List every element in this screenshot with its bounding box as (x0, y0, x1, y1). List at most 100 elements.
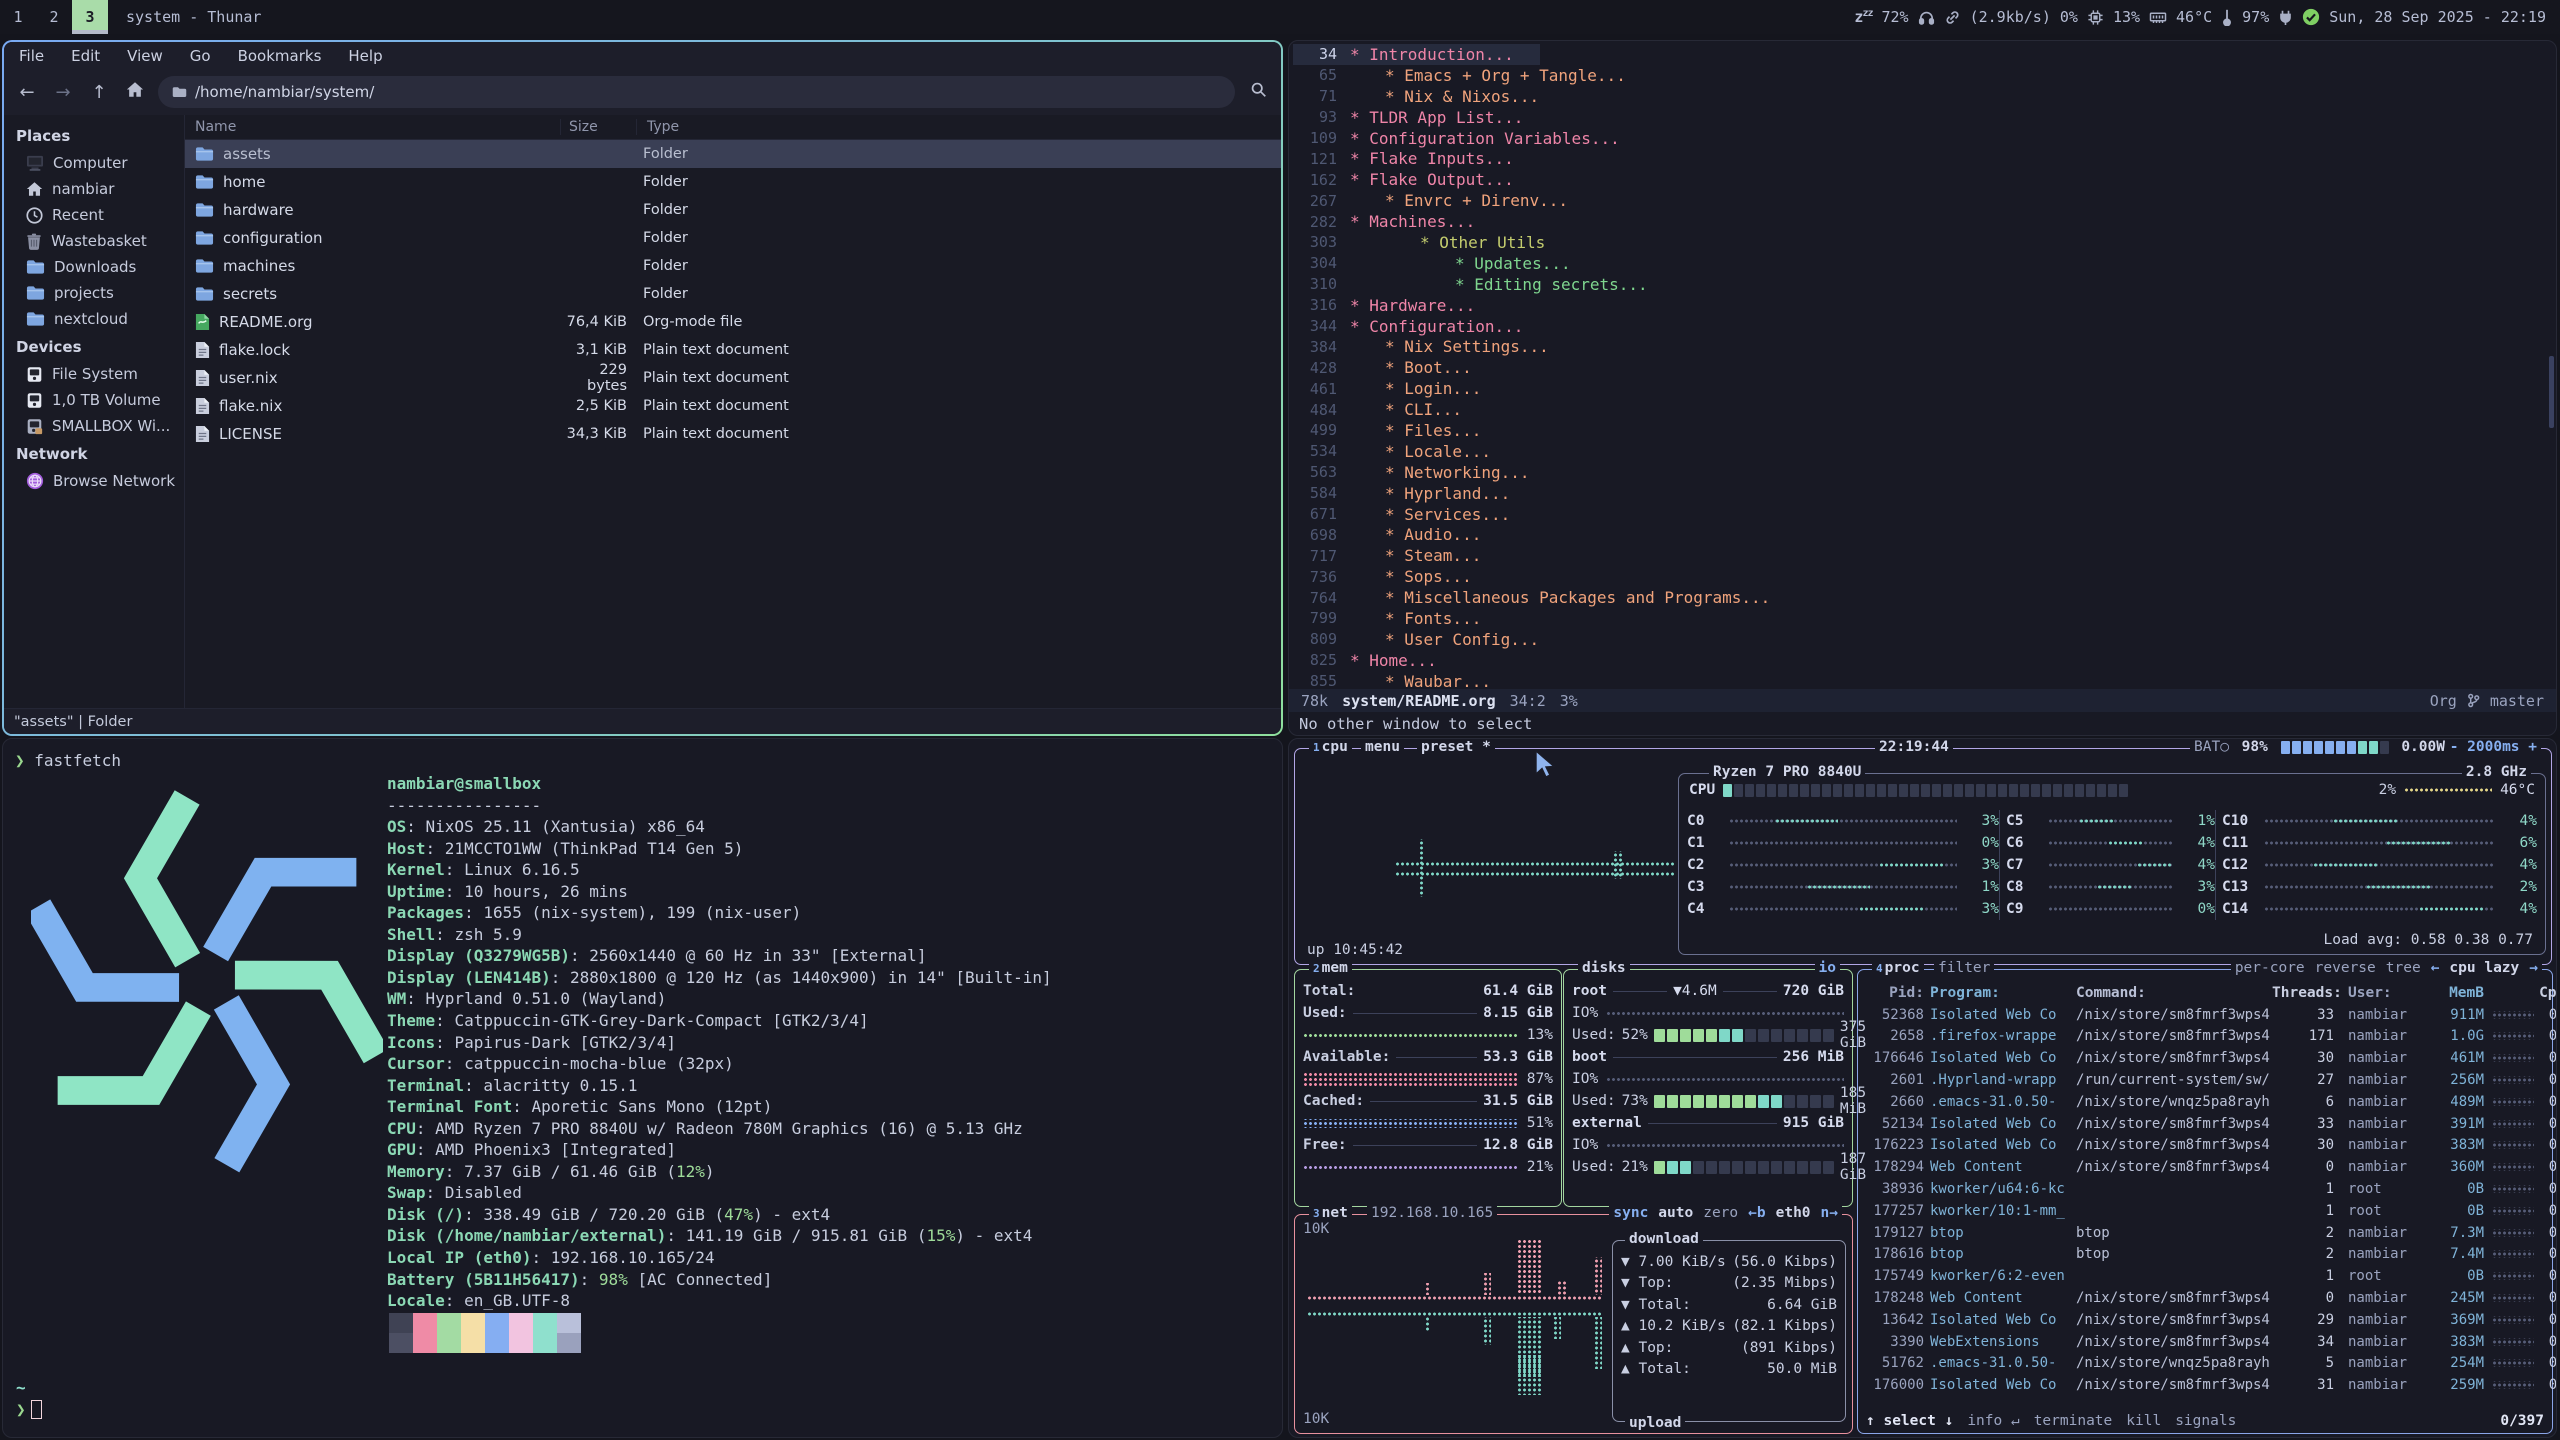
process-row[interactable]: 176223Isolated Web Co/nix/store/sm8fmrf3… (1864, 1135, 2546, 1157)
process-row[interactable]: 2660.emacs-31.0.50-/nix/store/wnqz5pa8ra… (1864, 1091, 2546, 1113)
net-controls[interactable]: sync auto zero ←b eth0 n→ (1609, 1205, 1842, 1221)
file-row-hardware[interactable]: hardwareFolder (185, 196, 1281, 224)
org-heading-line[interactable]: 698* Audio... (1293, 524, 2556, 545)
file-row-user-nix[interactable]: user.nix229 bytesPlain text document (185, 364, 1281, 392)
process-row[interactable]: 178248Web Content/nix/store/sm8fmrf3wps4… (1864, 1287, 2546, 1309)
menu-help[interactable]: Help (348, 47, 382, 65)
sidebar-item-browse-network[interactable]: Browse Network (4, 468, 184, 494)
org-heading-line[interactable]: 303* Other Utils (1293, 232, 2556, 253)
search-icon[interactable] (1245, 81, 1271, 103)
menu-edit[interactable]: Edit (71, 47, 100, 65)
org-heading-line[interactable]: 304* Updates... (1293, 253, 2556, 274)
sidebar-item-nextcloud[interactable]: nextcloud (4, 306, 184, 332)
column-size[interactable]: Size (560, 119, 636, 135)
org-heading-line[interactable]: 267* Envrc + Direnv... (1293, 190, 2556, 211)
process-row[interactable]: 38936kworker/u64:6-kc1root0B0.0 (1864, 1178, 2546, 1200)
org-heading-line[interactable]: 109* Configuration Variables... (1293, 128, 2556, 149)
file-row-machines[interactable]: machinesFolder (185, 252, 1281, 280)
org-heading-line[interactable]: 282* Machines... (1293, 211, 2556, 232)
sidebar-item-wastebasket[interactable]: Wastebasket (4, 228, 184, 254)
org-heading-line[interactable]: 71* Nix & Nixos... (1293, 86, 2556, 107)
idle-inhibit-icon[interactable]: zzz (1854, 8, 1872, 26)
org-heading-line[interactable]: 799* Fonts... (1293, 608, 2556, 629)
process-row[interactable]: 51762.emacs-31.0.50-/nix/store/wnqz5pa8r… (1864, 1353, 2546, 1375)
sidebar-item-projects[interactable]: projects (4, 280, 184, 306)
column-name[interactable]: Name (185, 119, 560, 135)
proc-box-title[interactable]: 4proc (1872, 960, 1924, 976)
process-row[interactable]: 176000Isolated Web Co/nix/store/sm8fmrf3… (1864, 1374, 2546, 1396)
org-heading-line[interactable]: 344* Configuration... (1293, 316, 2556, 337)
major-mode[interactable]: Org (2430, 692, 2457, 710)
process-row[interactable]: 178616btopbtop2nambiar7.4M0.0 (1864, 1244, 2546, 1266)
workspace-1[interactable]: 1 (0, 0, 36, 34)
proc-header-cell[interactable]: MemB (2426, 985, 2484, 1001)
clock-date[interactable]: Sun, 28 Sep 2025 - 22:19 (2329, 8, 2546, 26)
file-row-configuration[interactable]: configurationFolder (185, 224, 1281, 252)
disks-box-title[interactable]: disks (1578, 960, 1630, 976)
org-heading-line[interactable]: 316* Hardware... (1293, 295, 2556, 316)
org-heading-line[interactable]: 671* Services... (1293, 504, 2556, 525)
proc-header-cell[interactable]: Threads: (2272, 985, 2338, 1001)
workspace-2[interactable]: 2 (36, 0, 72, 34)
emacs-scrollbar[interactable] (2549, 356, 2554, 428)
menu-bookmarks[interactable]: Bookmarks (238, 47, 322, 65)
proc-header-cell[interactable]: Cpu% (2534, 985, 2557, 1001)
sidebar-item-1-0-tb-volume[interactable]: 1,0 TB Volume (4, 387, 184, 413)
column-type[interactable]: Type (636, 119, 1281, 135)
file-row-readme-org[interactable]: README.org76,4 KiBOrg-mode file (185, 308, 1281, 336)
menu-file[interactable]: File (19, 47, 44, 65)
org-heading-line[interactable]: 65* Emacs + Org + Tangle... (1293, 65, 2556, 86)
process-row[interactable]: 176646Isolated Web Co/nix/store/sm8fmrf3… (1864, 1047, 2546, 1069)
proc-filter-button[interactable]: filter (1934, 960, 1994, 976)
org-heading-line[interactable]: 764* Miscellaneous Packages and Programs… (1293, 587, 2556, 608)
menu-go[interactable]: Go (190, 47, 211, 65)
forward-button[interactable]: → (50, 82, 76, 103)
proc-header-cell[interactable]: Pid: (1864, 985, 1930, 1001)
network-link-icon[interactable] (1944, 9, 1961, 26)
file-row-license[interactable]: LICENSE34,3 KiBPlain text document (185, 420, 1281, 448)
file-row-flake-lock[interactable]: flake.lock3,1 KiBPlain text document (185, 336, 1281, 364)
sidebar-item-file-system[interactable]: File System (4, 361, 184, 387)
file-row-home[interactable]: homeFolder (185, 168, 1281, 196)
home-button[interactable] (122, 81, 148, 103)
cpu-box-title[interactable]: 1cpu (1309, 739, 1352, 755)
sidebar-item-recent[interactable]: Recent (4, 202, 184, 228)
process-row[interactable]: 2601.Hyprland-wrapp/run/current-system/s… (1864, 1069, 2546, 1091)
org-heading-line[interactable]: 461* Login... (1293, 378, 2556, 399)
headphones-icon[interactable] (1918, 9, 1935, 26)
org-heading-line[interactable]: 162* Flake Output... (1293, 169, 2556, 190)
file-row-flake-nix[interactable]: flake.nix2,5 KiBPlain text document (185, 392, 1281, 420)
menu-button[interactable]: menu (1361, 739, 1404, 755)
git-branch-name[interactable]: master (2490, 692, 2544, 710)
sidebar-item-smallbox-wi-[interactable]: SMALLBOX Wi... (4, 413, 184, 439)
path-field[interactable]: /home/nambiar/system/ (158, 76, 1235, 108)
proc-header-cell[interactable]: User: (2338, 985, 2426, 1001)
org-heading-line[interactable]: 563* Networking... (1293, 462, 2556, 483)
org-heading-line[interactable]: 121* Flake Inputs... (1293, 148, 2556, 169)
file-row-secrets[interactable]: secretsFolder (185, 280, 1281, 308)
org-heading-line[interactable]: 484* CLI... (1293, 399, 2556, 420)
disks-io-toggle[interactable]: io (1815, 960, 1840, 976)
org-heading-line[interactable]: 825* Home... (1293, 650, 2556, 671)
workspace-3[interactable]: 3 (72, 0, 108, 34)
org-heading-line[interactable]: 499* Files... (1293, 420, 2556, 441)
net-box-title[interactable]: 3net (1309, 1205, 1352, 1221)
process-row[interactable]: 175749kworker/6:2-even1root0B0.0 (1864, 1265, 2546, 1287)
process-row[interactable]: 177257kworker/10:1-mm_1root0B0.0 (1864, 1200, 2546, 1222)
org-heading-line[interactable]: 93* TLDR App List... (1293, 107, 2556, 128)
org-heading-line[interactable]: 717* Steam... (1293, 545, 2556, 566)
org-heading-line[interactable]: 384* Nix Settings... (1293, 336, 2556, 357)
org-heading-line[interactable]: 428* Boot... (1293, 357, 2556, 378)
file-row-assets[interactable]: assetsFolder (185, 140, 1281, 168)
process-row[interactable]: 178294Web Content/nix/store/sm8fmrf3wps4… (1864, 1156, 2546, 1178)
mem-box-title[interactable]: 2mem (1309, 960, 1352, 976)
proc-controls[interactable]: per-core reverse tree ← cpu lazy → (2231, 960, 2542, 976)
org-heading-line[interactable]: 310* Editing secrets... (1293, 274, 2556, 295)
preset-button[interactable]: preset * (1417, 739, 1495, 755)
org-heading-line[interactable]: 34* Introduction... (1293, 44, 1540, 65)
menu-view[interactable]: View (127, 47, 163, 65)
process-row[interactable]: 52368Isolated Web Co/nix/store/sm8fmrf3w… (1864, 1004, 2546, 1026)
org-heading-line[interactable]: 736* Sops... (1293, 566, 2556, 587)
shell-prompt-empty[interactable]: ❯ (16, 1400, 42, 1419)
org-heading-line[interactable]: 534* Locale... (1293, 441, 2556, 462)
